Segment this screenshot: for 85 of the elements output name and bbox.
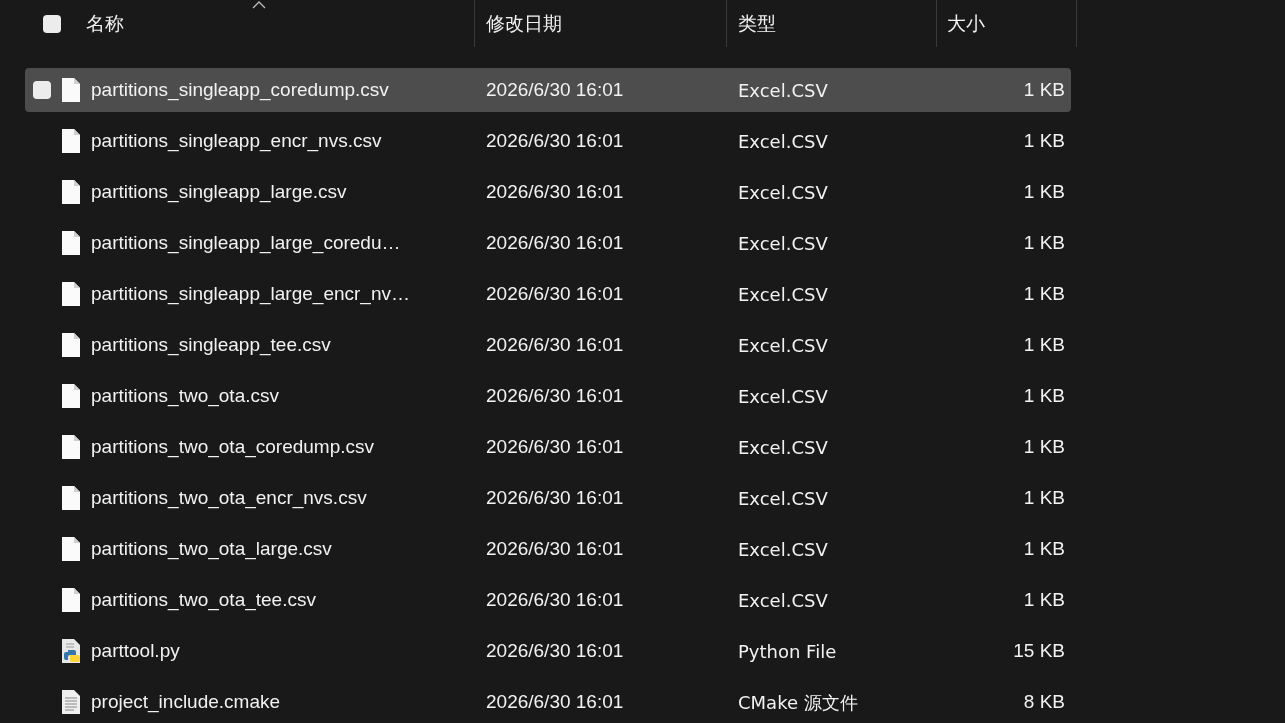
file-row[interactable]: partitions_two_ota_coredump.csv 2026/6/30 16:01 Excel.CSV 1 KB — [25, 425, 1071, 469]
file-icon — [60, 536, 82, 562]
text-file-icon — [60, 689, 82, 715]
modified-date: 2026/6/30 16:01 — [486, 689, 625, 714]
file-size: 1 KB — [1022, 179, 1065, 204]
file-size: 1 KB — [1022, 77, 1065, 102]
file-name: partitions_two_ota_coredump.csv — [91, 434, 376, 460]
file-size: 1 KB — [1022, 128, 1065, 153]
modified-date: 2026/6/30 16:01 — [486, 536, 625, 561]
file-icon — [60, 383, 82, 409]
file-name: partitions_singleapp_large_coredu… — [91, 230, 402, 256]
column-header[interactable]: 类型 — [738, 9, 776, 38]
file-type: Excel.CSV — [738, 231, 829, 256]
file-icon — [60, 587, 82, 613]
file-type: Excel.CSV — [738, 486, 829, 511]
modified-date: 2026/6/30 16:01 — [486, 230, 625, 255]
modified-date: 2026/6/30 16:01 — [486, 179, 625, 204]
python-file-icon — [60, 638, 82, 664]
file-icon — [60, 434, 82, 460]
file-type: Excel.CSV — [738, 384, 829, 409]
checkbox[interactable] — [33, 81, 51, 99]
file-name: partitions_two_ota_encr_nvs.csv — [91, 485, 368, 511]
file-name: parttool.py — [91, 638, 181, 663]
file-row[interactable]: partitions_two_ota_encr_nvs.csv 2026/6/30 16:01 Excel.CSV 1 KB — [25, 476, 1071, 520]
file-icon — [60, 179, 82, 205]
file-type: Excel.CSV — [738, 78, 829, 103]
file-row[interactable]: partitions_singleapp_large_encr_nv… 2026/6/30 16:01 Excel.CSV 1 KB — [25, 272, 1071, 316]
file-type: Excel.CSV — [738, 129, 829, 154]
modified-date: 2026/6/30 16:01 — [486, 128, 625, 153]
file-size: 15 KB — [1012, 638, 1065, 663]
file-size: 1 KB — [1022, 281, 1065, 306]
file-row[interactable]: partitions_two_ota_tee.csv 2026/6/30 16:01 Excel.CSV 1 KB — [25, 578, 1071, 622]
file-type: Excel.CSV — [738, 537, 829, 562]
file-name: partitions_two_ota_tee.csv — [91, 587, 317, 613]
file-icon — [60, 332, 82, 358]
modified-date: 2026/6/30 16:01 — [486, 638, 625, 663]
file-name: partitions_singleapp_tee.csv — [91, 332, 332, 358]
file-row[interactable]: partitions_singleapp_coredump.csv 2026/6/30 16:01 Excel.CSV 1 KB — [25, 68, 1071, 112]
file-size: 1 KB — [1022, 230, 1065, 255]
file-icon — [60, 230, 82, 256]
file-icon — [60, 485, 82, 511]
file-size: 1 KB — [1022, 332, 1065, 357]
column-header[interactable]: 修改日期 — [486, 9, 562, 38]
column-header[interactable]: 名称 — [86, 9, 124, 38]
file-type: Excel.CSV — [738, 435, 829, 460]
file-type: Excel.CSV — [738, 333, 829, 358]
file-row[interactable]: partitions_singleapp_large.csv 2026/6/30 16:01 Excel.CSV 1 KB — [25, 170, 1071, 214]
file-name: partitions_singleapp_large_encr_nv… — [91, 281, 411, 307]
file-row[interactable]: partitions_singleapp_encr_nvs.csv 2026/6/30 16:01 Excel.CSV 1 KB — [25, 119, 1071, 163]
modified-date: 2026/6/30 16:01 — [486, 332, 625, 357]
file-row[interactable]: partitions_singleapp_large_coredu… 2026/6/30 16:01 Excel.CSV 1 KB — [25, 221, 1071, 265]
file-name: partitions_singleapp_coredump.csv — [91, 77, 390, 103]
file-type: Excel.CSV — [738, 282, 829, 307]
file-size: 1 KB — [1022, 383, 1065, 408]
file-name: partitions_singleapp_large.csv — [91, 179, 348, 205]
modified-date: 2026/6/30 16:01 — [486, 485, 625, 510]
sort-ascending-icon — [252, 1, 266, 9]
file-name: project_include.cmake — [91, 689, 282, 715]
file-row[interactable]: parttool.py 2026/6/30 16:01 Python File 15 KB — [25, 629, 1071, 673]
file-size: 1 KB — [1022, 536, 1065, 561]
column-header[interactable]: 大小 — [947, 9, 985, 38]
file-row[interactable]: partitions_two_ota_large.csv 2026/6/30 16:01 Excel.CSV 1 KB — [25, 527, 1071, 571]
file-type: Excel.CSV — [738, 180, 829, 205]
file-type: CMake 源文件 — [738, 690, 859, 715]
file-type: Python File — [738, 639, 838, 664]
file-row[interactable]: project_include.cmake 2026/6/30 16:01 CMake 源文件 8 KB — [25, 680, 1071, 723]
modified-date: 2026/6/30 16:01 — [486, 434, 625, 459]
modified-date: 2026/6/30 16:01 — [486, 587, 625, 612]
file-size: 1 KB — [1022, 434, 1065, 459]
file-name: partitions_singleapp_encr_nvs.csv — [91, 128, 383, 154]
modified-date: 2026/6/30 16:01 — [486, 77, 625, 102]
file-size: 1 KB — [1022, 485, 1065, 510]
file-row[interactable]: partitions_two_ota.csv 2026/6/30 16:01 Excel.CSV 1 KB — [25, 374, 1071, 418]
file-icon — [60, 128, 82, 154]
file-row[interactable]: partitions_singleapp_tee.csv 2026/6/30 16:01 Excel.CSV 1 KB — [25, 323, 1071, 367]
checkbox[interactable] — [43, 14, 61, 33]
file-icon — [60, 77, 82, 103]
file-name: partitions_two_ota_large.csv — [91, 536, 333, 562]
file-name: partitions_two_ota.csv — [91, 383, 280, 409]
file-size: 8 KB — [1022, 689, 1065, 714]
file-size: 1 KB — [1022, 587, 1065, 612]
modified-date: 2026/6/30 16:01 — [486, 383, 625, 408]
modified-date: 2026/6/30 16:01 — [486, 281, 625, 306]
file-icon — [60, 281, 82, 307]
file-type: Excel.CSV — [738, 588, 829, 613]
